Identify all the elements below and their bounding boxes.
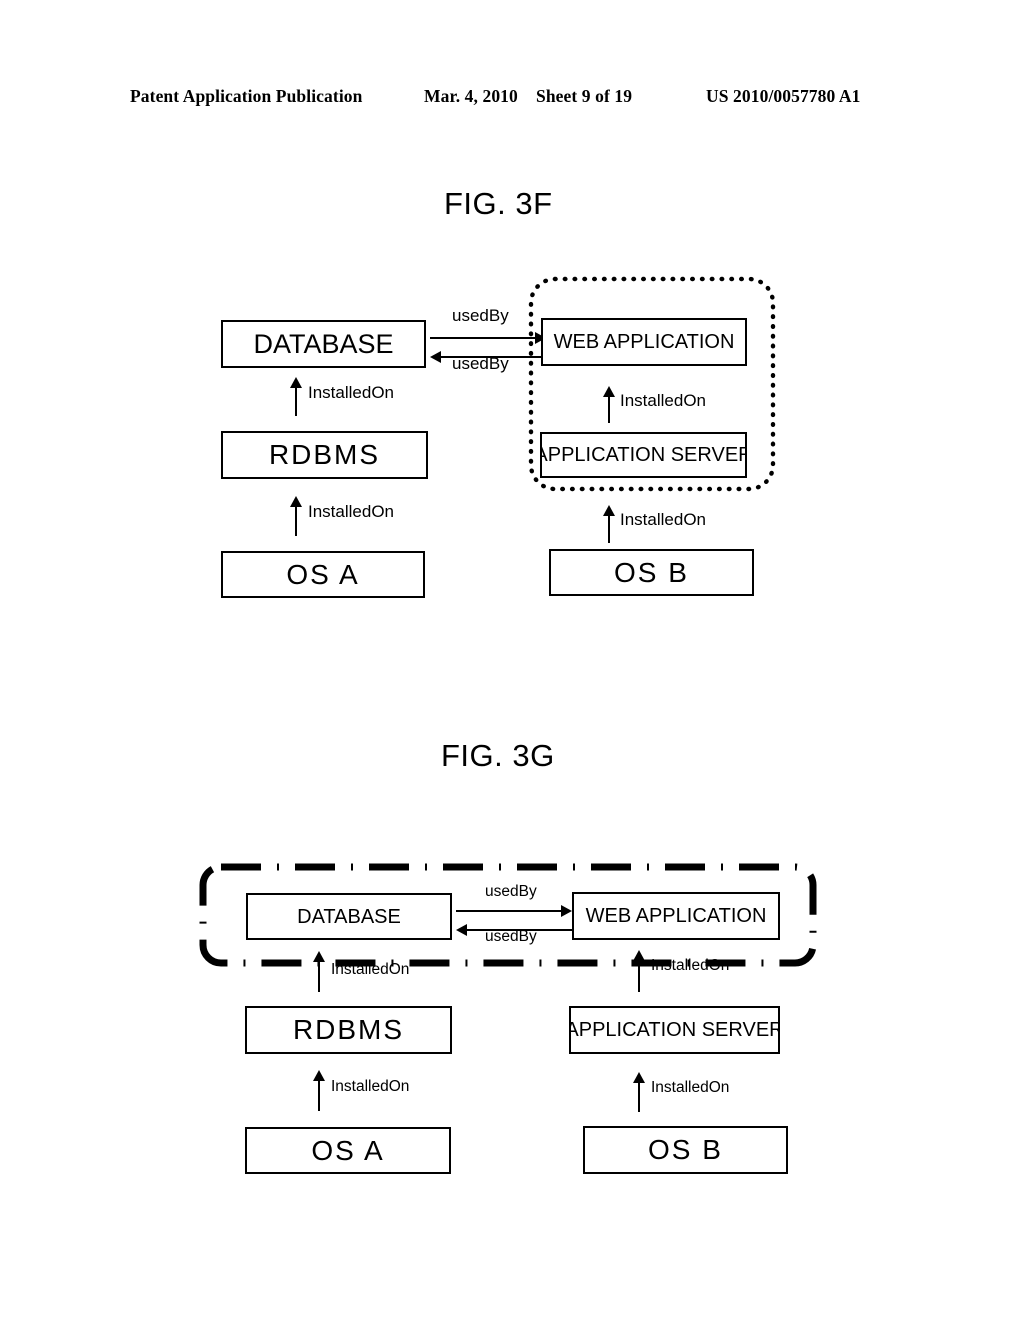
- node-application-server-3g[interactable]: APPLICATION SERVER: [569, 1006, 780, 1054]
- node-label: RDBMS: [292, 1014, 405, 1045]
- arrow-shaft: [456, 910, 564, 912]
- arrow-shaft: [638, 957, 640, 992]
- node-label: APPLICATION SERVER: [569, 1019, 780, 1041]
- edge-label-usedby-db-to-web-3g: usedBy: [485, 883, 537, 900]
- arrow-shaft: [638, 1079, 640, 1112]
- node-label: WEB APPLICATION: [585, 905, 767, 927]
- edge-label-installedon-rdbms-database-3g: InstalledOn: [331, 961, 410, 978]
- node-label: OS B: [648, 1134, 723, 1165]
- arrow-head-icon: [456, 924, 467, 936]
- arrow-shaft: [318, 958, 320, 992]
- node-label: DATABASE: [297, 905, 401, 928]
- edge-label-installedon-appserver-web-3g: InstalledOn: [651, 957, 730, 974]
- arrow-database-to-webapplication-3g: [456, 904, 572, 918]
- figure-3g: FIG. 3G DATABASE InstalledOn RDBMS Insta…: [0, 0, 1024, 1320]
- arrow-rdbms-to-database-3g: [311, 951, 327, 992]
- arrow-appserver-to-webapplication-3g: [631, 950, 647, 992]
- edge-label-usedby-web-to-db-3g: usedBy: [485, 928, 537, 945]
- node-database-3g[interactable]: DATABASE: [246, 893, 452, 940]
- node-rdbms-3g[interactable]: RDBMS: [245, 1006, 452, 1054]
- arrow-osb-to-appserver-3g: [631, 1072, 647, 1112]
- node-label: OS A: [311, 1134, 385, 1166]
- edge-label-installedon-osb-appserver-3g: InstalledOn: [651, 1079, 730, 1096]
- node-os-a-3g[interactable]: OS A: [245, 1127, 451, 1174]
- edge-label-installedon-osa-rdbms-3g: InstalledOn: [331, 1078, 410, 1095]
- node-web-application-3g[interactable]: WEB APPLICATION: [572, 892, 780, 940]
- node-os-b-3g[interactable]: OS B: [583, 1126, 788, 1174]
- figure-3g-title: FIG. 3G: [441, 738, 555, 773]
- arrow-head-icon: [561, 905, 572, 917]
- arrow-osa-to-rdbms-3g: [311, 1070, 327, 1111]
- arrow-shaft: [318, 1077, 320, 1111]
